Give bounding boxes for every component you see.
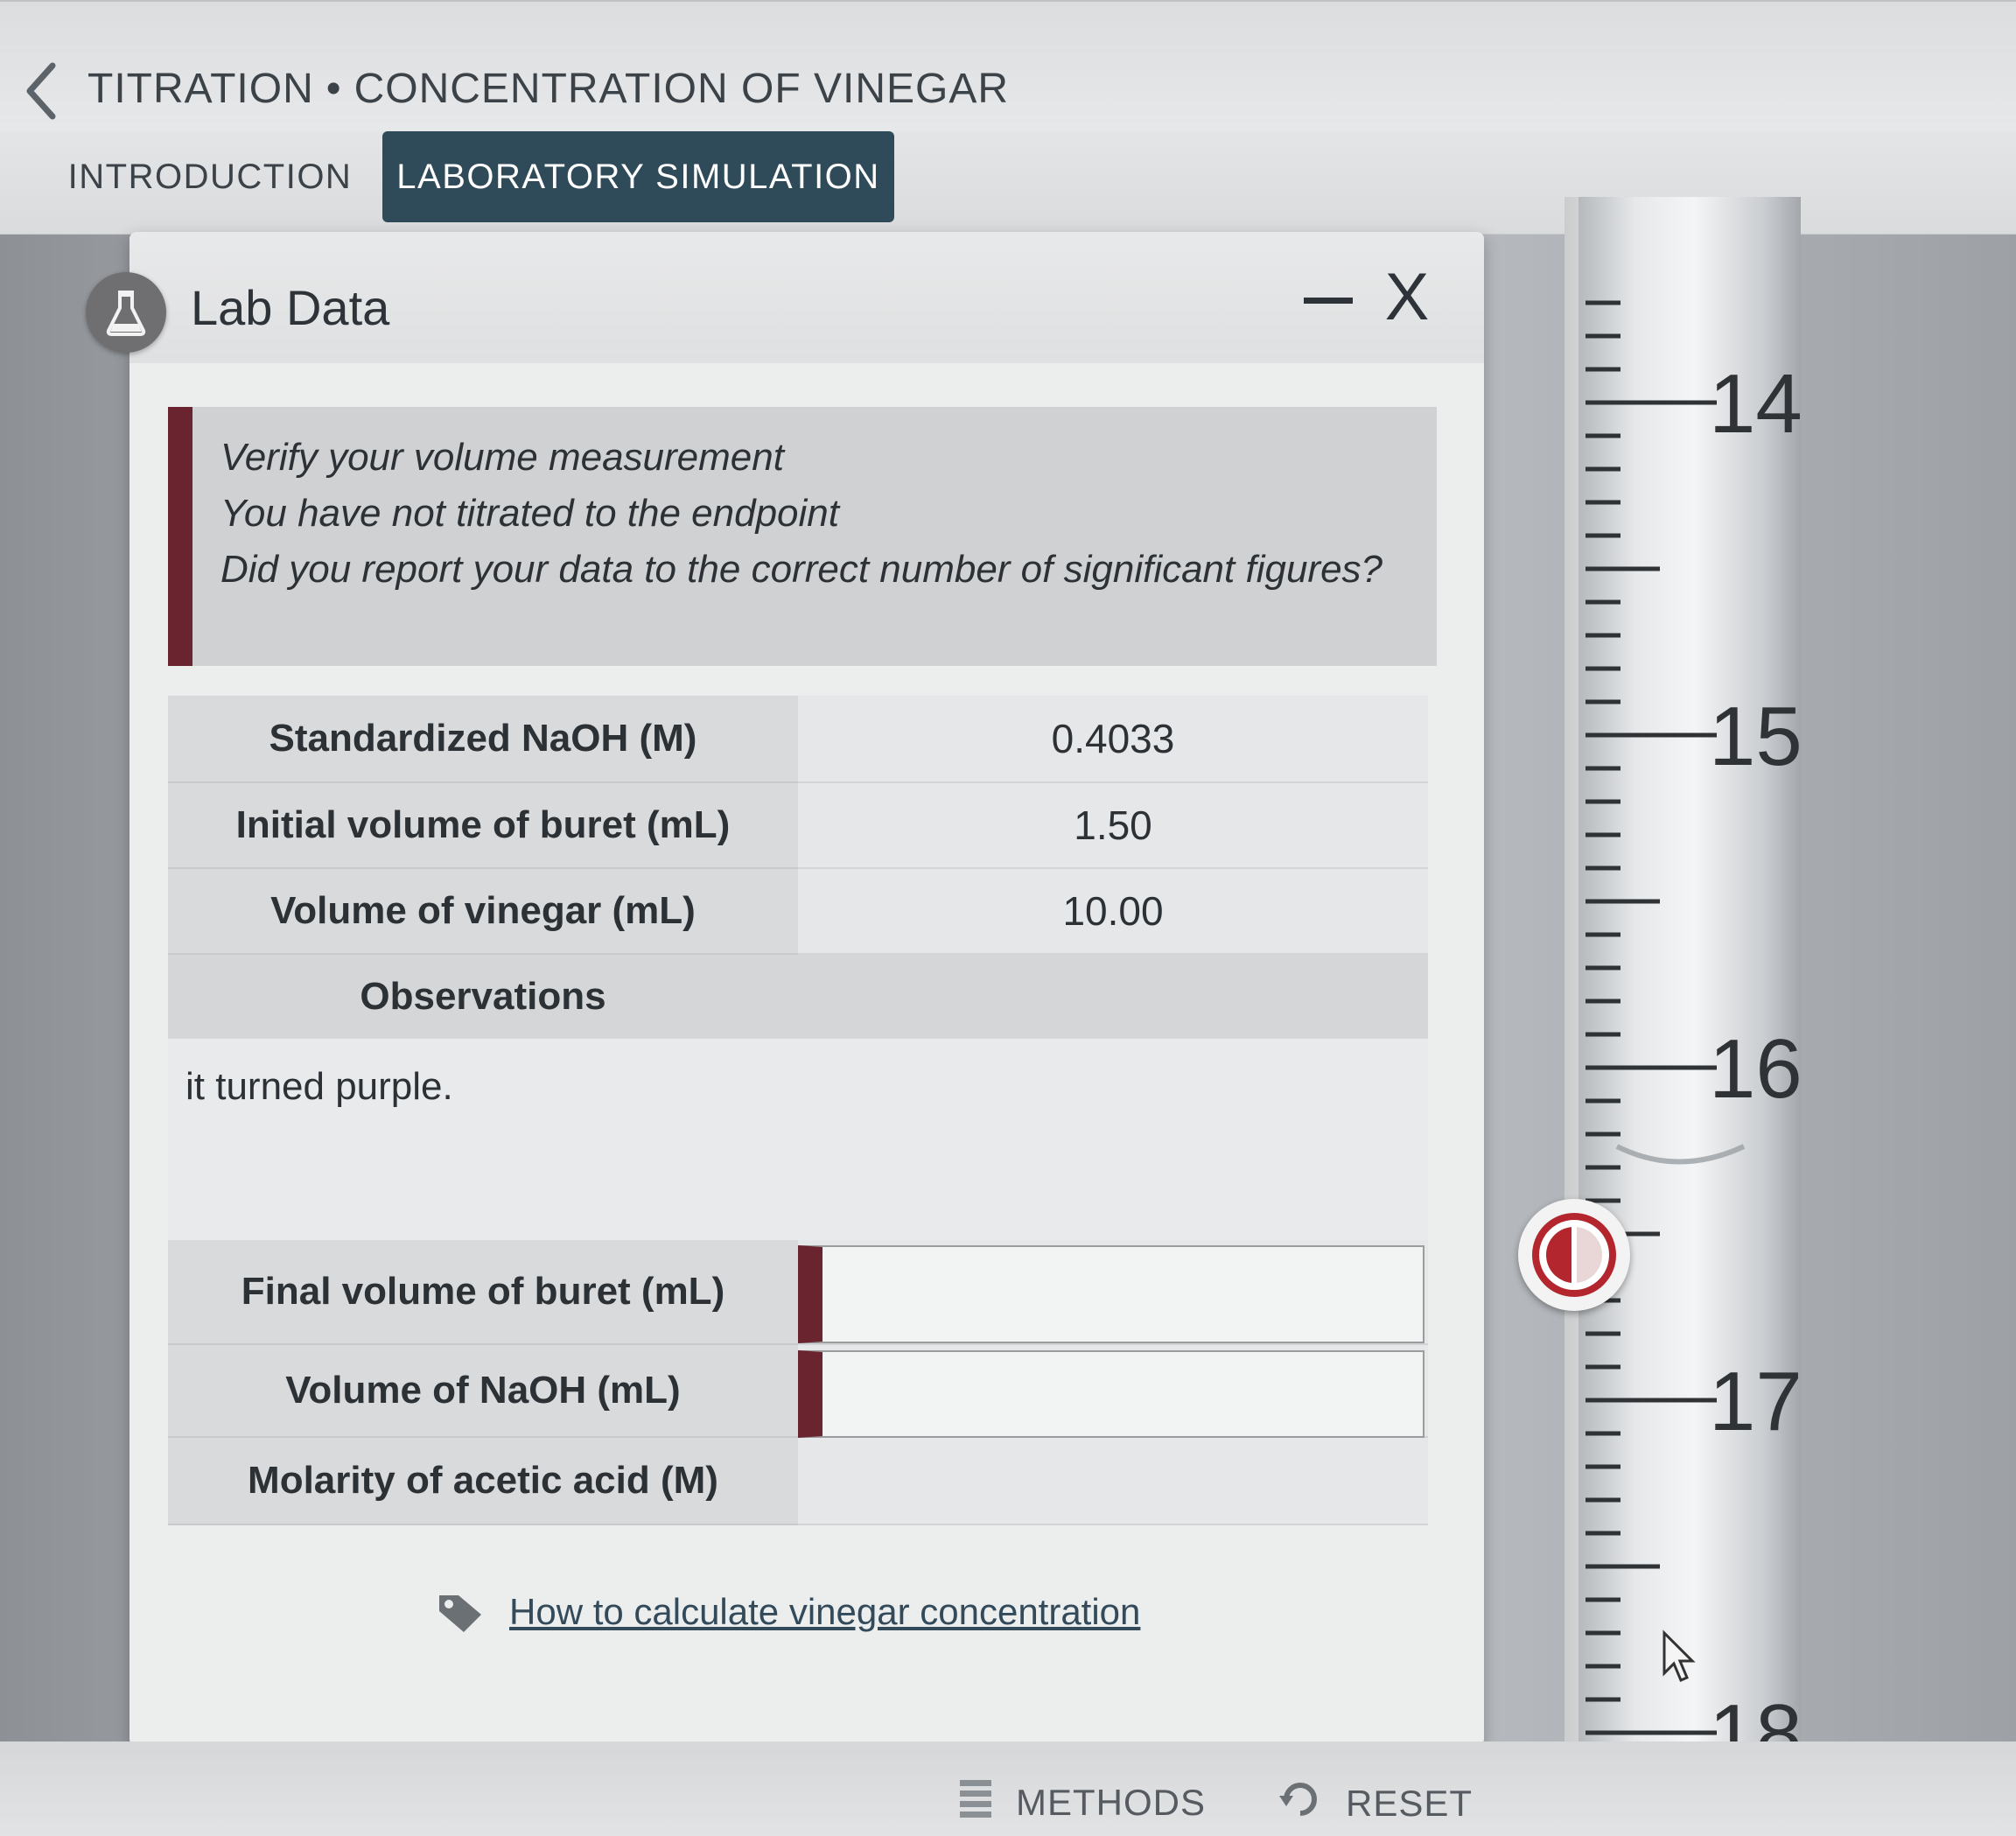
row-label: Final volume of buret (mL) bbox=[168, 1240, 798, 1345]
alert-message: You have not titrated to the endpoint bbox=[220, 492, 839, 535]
reset-button[interactable]: RESET bbox=[1278, 1776, 1473, 1831]
table-row: Standardized NaOH (M) 0.4033 bbox=[168, 696, 1428, 783]
lab-data-panel: Lab Data X Verify your volume measuremen… bbox=[86, 232, 1484, 1746]
table-row: Volume of NaOH (mL) bbox=[168, 1345, 1428, 1438]
naoh-volume-input[interactable] bbox=[798, 1350, 1424, 1438]
input-cell bbox=[798, 1345, 1428, 1438]
tab-laboratory-simulation[interactable]: LABORATORY SIMULATION bbox=[382, 131, 894, 222]
methods-label: METHODS bbox=[1016, 1782, 1206, 1823]
title-part-1: TITRATION bbox=[88, 66, 314, 112]
row-label: Volume of vinegar (mL) bbox=[168, 869, 798, 955]
help-link-row[interactable]: How to calculate vinegar concentration bbox=[436, 1590, 1140, 1634]
list-icon bbox=[958, 1776, 993, 1829]
mouse-cursor-icon bbox=[1661, 1629, 1696, 1688]
bottom-bar: METHODS RESET bbox=[0, 1741, 2016, 1836]
tag-icon bbox=[436, 1590, 485, 1634]
input-cell bbox=[798, 1240, 1428, 1345]
row-value: 0.4033 bbox=[798, 696, 1428, 783]
tab-introduction[interactable]: INTRODUCTION bbox=[52, 131, 368, 222]
row-label: Initial volume of buret (mL) bbox=[168, 783, 798, 869]
table-row: Molarity of acetic acid (M) bbox=[168, 1438, 1428, 1525]
buret-scale-label: 14 bbox=[1709, 357, 1801, 451]
row-label: Standardized NaOH (M) bbox=[168, 696, 798, 783]
table-row: Volume of vinegar (mL) 10.00 bbox=[168, 869, 1428, 955]
table-row: Final volume of buret (mL) bbox=[168, 1240, 1428, 1345]
row-value: 10.00 bbox=[798, 869, 1428, 955]
stopcock-icon[interactable] bbox=[1518, 1199, 1630, 1311]
chevron-left-icon[interactable] bbox=[19, 56, 61, 126]
alert-message: Did you report your data to the correct … bbox=[220, 548, 1383, 591]
observations-label: Observations bbox=[360, 975, 606, 1018]
help-link[interactable]: How to calculate vinegar concentration bbox=[509, 1591, 1140, 1633]
final-volume-input[interactable] bbox=[798, 1245, 1424, 1343]
panel-header: Lab Data X bbox=[86, 232, 1484, 363]
alert-message: Verify your volume measurement bbox=[220, 436, 784, 479]
row-label: Molarity of acetic acid (M) bbox=[168, 1438, 798, 1525]
close-button[interactable]: X bbox=[1372, 258, 1442, 337]
table-row: Initial volume of buret (mL) 1.50 bbox=[168, 783, 1428, 869]
flask-icon bbox=[86, 272, 166, 353]
reset-icon bbox=[1278, 1776, 1323, 1831]
row-label: Volume of NaOH (mL) bbox=[168, 1345, 798, 1438]
panel-title: Lab Data bbox=[191, 280, 390, 335]
page-title: TITRATION • CONCENTRATION OF VINEGAR bbox=[88, 65, 1009, 113]
alert-box: Verify your volume measurement You have … bbox=[168, 407, 1437, 666]
title-part-2: CONCENTRATION OF VINEGAR bbox=[354, 66, 1010, 112]
meniscus bbox=[1615, 1144, 1746, 1165]
methods-button[interactable]: METHODS bbox=[958, 1776, 1206, 1829]
row-value: 1.50 bbox=[798, 783, 1428, 869]
buret[interactable]: 14 15 16 17 18 bbox=[1564, 197, 1801, 1798]
minimize-button[interactable] bbox=[1298, 265, 1359, 335]
observations-header: Observations bbox=[168, 955, 1428, 1039]
title-separator: • bbox=[326, 66, 342, 112]
top-header: TITRATION • CONCENTRATION OF VINEGAR bbox=[0, 0, 2016, 131]
reset-label: RESET bbox=[1346, 1783, 1474, 1824]
buret-scale-label: 16 bbox=[1709, 1022, 1801, 1116]
buret-scale-label: 15 bbox=[1709, 690, 1801, 783]
buret-scale-label: 17 bbox=[1709, 1355, 1801, 1448]
observations-text[interactable]: it turned purple. bbox=[168, 1039, 1428, 1240]
molarity-value bbox=[798, 1438, 1428, 1525]
buret-scale: 1415161718 bbox=[1564, 197, 1801, 1798]
